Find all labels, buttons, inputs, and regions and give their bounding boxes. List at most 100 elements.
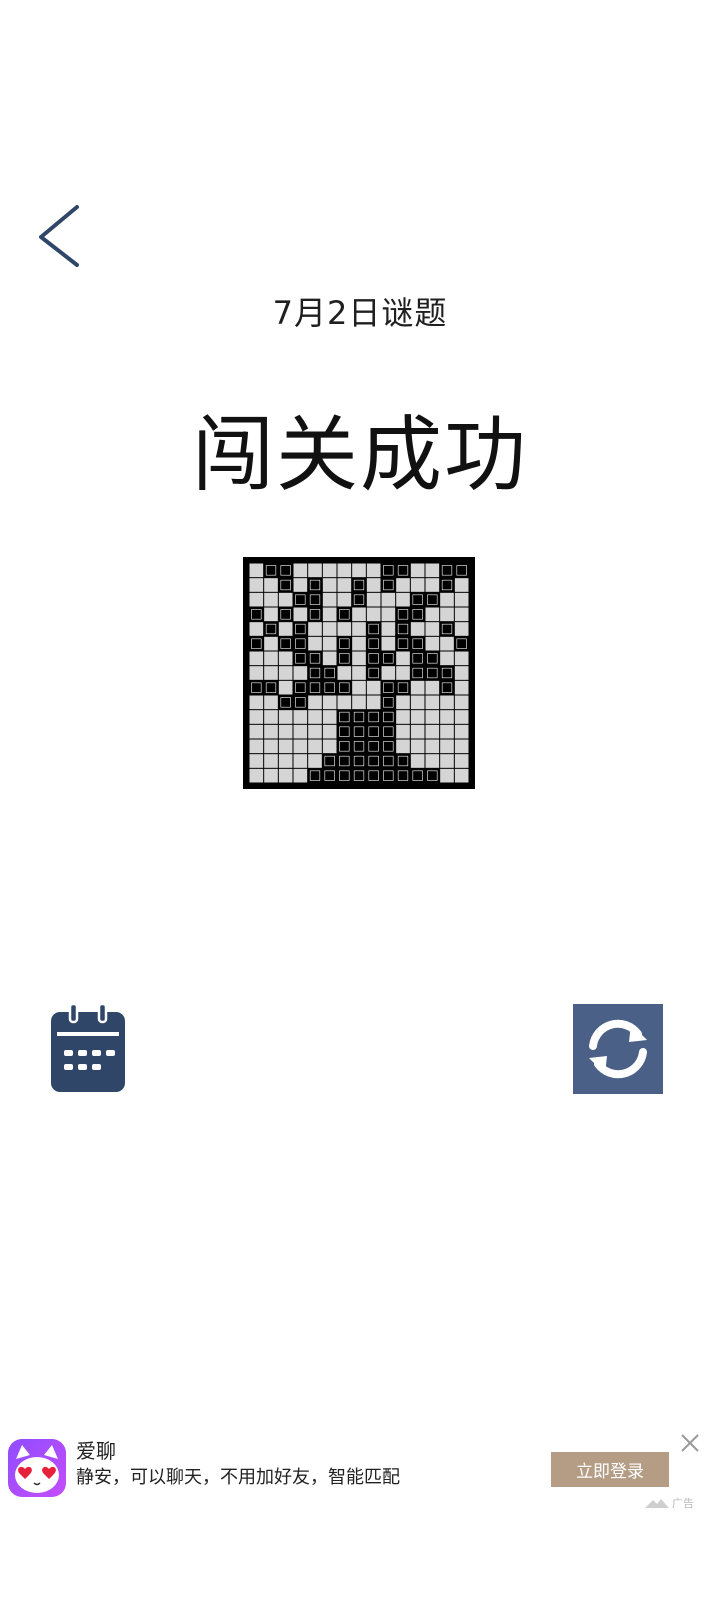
grid-cell-empty	[396, 739, 410, 754]
grid-cell-empty	[454, 651, 469, 666]
grid-cell-empty	[454, 666, 469, 680]
grid-cell-empty	[337, 666, 352, 680]
grid-cell-empty	[337, 578, 352, 592]
grid-cell-empty	[264, 578, 278, 592]
grid-cell-empty	[249, 724, 264, 739]
grid-cell-empty	[308, 563, 322, 578]
grid-cell-empty	[396, 695, 410, 710]
grid-cell-empty	[322, 607, 337, 622]
grid-cell-empty	[249, 651, 264, 666]
chevron-left-icon	[39, 205, 79, 267]
grid-cell-empty	[278, 768, 293, 783]
grid-cell-empty	[366, 680, 381, 695]
grid-cell-empty	[410, 622, 425, 636]
grid-cell-empty	[322, 724, 337, 739]
grid-cell-empty	[396, 578, 410, 592]
grid-cell-empty	[264, 724, 278, 739]
grid-cell-empty	[322, 651, 337, 666]
grid-cell-empty	[322, 636, 337, 651]
grid-cell-empty	[293, 768, 308, 783]
grid-cell-empty	[425, 622, 440, 636]
grid-cell-empty	[425, 739, 440, 754]
grid-cell-empty	[308, 710, 322, 724]
grid-cell-empty	[352, 680, 366, 695]
grid-cell-empty	[293, 739, 308, 754]
grid-cell-empty	[381, 622, 396, 636]
refresh-icon	[589, 1019, 647, 1079]
grid-cell-empty	[425, 563, 440, 578]
grid-cell-empty	[440, 768, 454, 783]
grid-cell-empty	[322, 578, 337, 592]
grid-cell-empty	[293, 724, 308, 739]
refresh-button[interactable]	[573, 1004, 663, 1094]
grid-cell-empty	[278, 739, 293, 754]
grid-cell-empty	[410, 680, 425, 695]
close-icon	[681, 1434, 699, 1452]
grid-cell-empty	[410, 578, 425, 592]
grid-cell-empty	[249, 592, 264, 607]
grid-cell-empty	[454, 607, 469, 622]
ad-close-button[interactable]	[678, 1431, 702, 1455]
grid-cell-empty	[249, 695, 264, 710]
grid-cell-empty	[454, 695, 469, 710]
grid-cell-empty	[454, 724, 469, 739]
grid-cell-empty	[293, 563, 308, 578]
grid-cell-empty	[425, 680, 440, 695]
grid-cell-empty	[396, 592, 410, 607]
grid-cell-empty	[308, 636, 322, 651]
grid-cell-empty	[440, 592, 454, 607]
grid-cell-empty	[440, 754, 454, 768]
grid-cell-empty	[425, 636, 440, 651]
ad-login-button[interactable]: 立即登录	[551, 1452, 669, 1487]
grid-cell-empty	[440, 651, 454, 666]
grid-cell-empty	[440, 724, 454, 739]
grid-cell-empty	[278, 666, 293, 680]
puzzle-date: 7月2日谜题	[272, 294, 448, 332]
ad-network-logo-icon	[645, 1499, 669, 1508]
grid-cell-empty	[410, 695, 425, 710]
grid-cell-empty	[454, 768, 469, 783]
ad-description: 静安，可以聊天，不用加好友，智能匹配	[76, 1467, 400, 1488]
ad-label-text: 广告	[672, 1497, 694, 1510]
grid-cell-empty	[366, 592, 381, 607]
grid-cell-empty	[366, 578, 381, 592]
back-button[interactable]	[28, 200, 88, 270]
grid-cell-empty	[322, 695, 337, 710]
ad-banner[interactable]: 爱聊 静安，可以聊天，不用加好友，智能匹配 立即登录 广告	[0, 1425, 720, 1525]
calendar-button[interactable]	[48, 1002, 128, 1094]
grid-cell-empty	[440, 607, 454, 622]
grid-cell-empty	[249, 563, 264, 578]
grid-cell-empty	[366, 563, 381, 578]
grid-cell-empty	[352, 695, 366, 710]
grid-cell-empty	[249, 754, 264, 768]
grid-cell-empty	[454, 578, 469, 592]
grid-cell-empty	[322, 592, 337, 607]
grid-cell-empty	[278, 622, 293, 636]
grid-cell-empty	[425, 724, 440, 739]
grid-cell-empty	[249, 739, 264, 754]
grid-cell-empty	[454, 710, 469, 724]
grid-cell-empty	[396, 710, 410, 724]
grid-cell-empty	[352, 563, 366, 578]
grid-cell-empty	[337, 622, 352, 636]
grid-cell-empty	[264, 607, 278, 622]
grid-cell-empty	[264, 592, 278, 607]
grid-cell-empty	[264, 651, 278, 666]
puzzle-grid-canvas	[249, 563, 469, 783]
grid-cell-empty	[425, 695, 440, 710]
grid-cell-empty	[425, 607, 440, 622]
grid-cell-empty	[249, 710, 264, 724]
grid-cell-empty	[293, 754, 308, 768]
grid-cell-empty	[249, 666, 264, 680]
grid-cell-empty	[264, 710, 278, 724]
grid-cell-empty	[278, 710, 293, 724]
ad-label: 广告	[645, 1495, 694, 1511]
grid-cell-empty	[381, 666, 396, 680]
grid-cell-empty	[264, 768, 278, 783]
grid-cell-empty	[249, 578, 264, 592]
grid-cell-empty	[352, 651, 366, 666]
grid-cell-empty	[264, 739, 278, 754]
grid-cell-empty	[308, 754, 322, 768]
grid-cell-empty	[337, 563, 352, 578]
grid-cell-empty	[293, 666, 308, 680]
